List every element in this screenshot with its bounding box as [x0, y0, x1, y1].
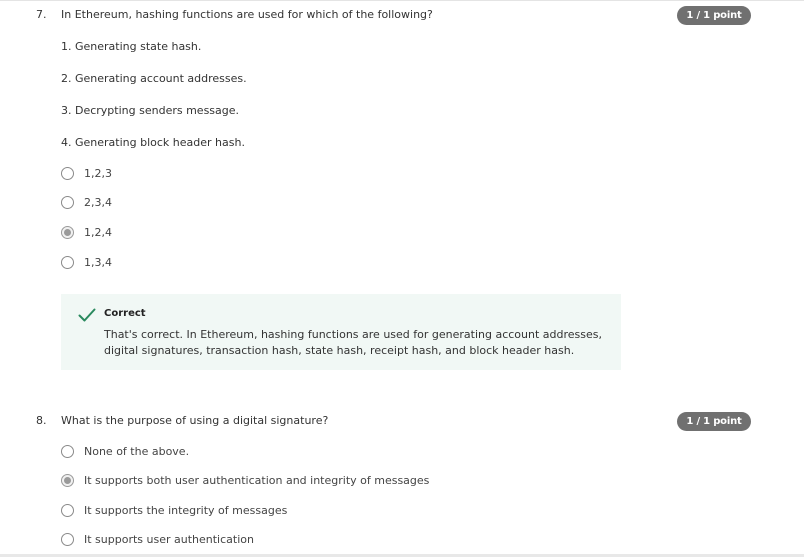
option-label: None of the above.	[84, 444, 190, 458]
question-8-text: What is the purpose of using a digital s…	[61, 414, 329, 427]
radio-button[interactable]	[61, 444, 74, 458]
q7-option-4[interactable]: 1,3,4	[61, 253, 112, 271]
question-7-number: 7.	[36, 8, 47, 21]
q8-option-2[interactable]: It supports both user authentication and…	[61, 471, 429, 489]
option-label: It supports the integrity of messages	[84, 503, 288, 517]
radio-button[interactable]	[61, 503, 74, 517]
feedback-title: Correct	[104, 308, 146, 319]
question-8-number: 8.	[36, 414, 47, 427]
option-label: It supports user authentication	[84, 532, 254, 546]
option-label: 2,3,4	[84, 195, 112, 209]
radio-button[interactable]	[61, 195, 74, 209]
statement-4: 4. Generating block header hash.	[61, 136, 245, 149]
check-icon	[78, 308, 96, 322]
feedback-text: That's correct. In Ethereum, hashing fun…	[104, 328, 602, 357]
q7-option-2[interactable]: 2,3,4	[61, 193, 112, 211]
question-7-points-badge: 1 / 1 point	[677, 6, 751, 25]
statement-1: 1. Generating state hash.	[61, 40, 202, 53]
option-label: 1,2,4	[84, 225, 112, 239]
radio-button-selected[interactable]	[61, 225, 74, 239]
q8-option-3[interactable]: It supports the integrity of messages	[61, 501, 287, 519]
radio-button-selected[interactable]	[61, 473, 74, 487]
feedback-panel: Correct That's correct. In Ethereum, has…	[61, 294, 621, 370]
radio-dot	[64, 476, 71, 484]
option-label: 1,3,4	[84, 255, 112, 269]
radio-button[interactable]	[61, 255, 74, 269]
q7-option-3[interactable]: 1,2,4	[61, 223, 112, 241]
radio-button[interactable]	[61, 166, 74, 180]
option-label: 1,2,3	[84, 166, 112, 180]
statement-3: 3. Decrypting senders message.	[61, 104, 240, 117]
question-8-points-badge: 1 / 1 point	[677, 412, 751, 431]
option-label: It supports both user authentication and…	[84, 473, 430, 487]
q8-option-1[interactable]: None of the above.	[61, 442, 189, 460]
radio-dot	[64, 228, 71, 236]
top-divider	[0, 0, 804, 1]
q8-option-4[interactable]: It supports user authentication	[61, 530, 254, 548]
q7-option-1[interactable]: 1,2,3	[61, 164, 112, 182]
radio-button[interactable]	[61, 532, 74, 546]
statement-2: 2. Generating account addresses.	[61, 72, 247, 85]
question-7-text: In Ethereum, hashing functions are used …	[61, 8, 433, 21]
